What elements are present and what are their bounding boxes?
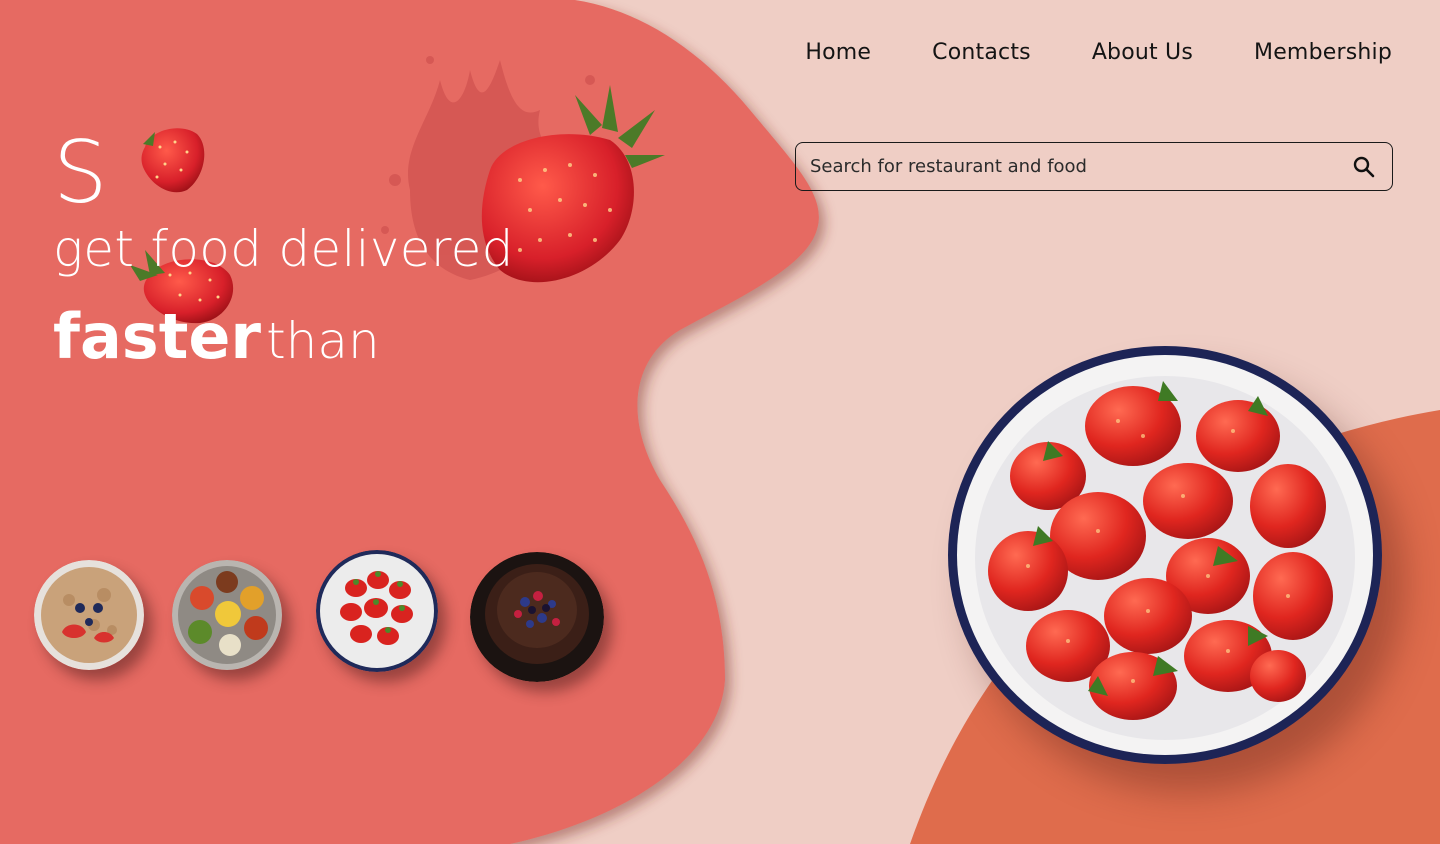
nav-link-membership[interactable]: Membership (1254, 40, 1392, 65)
hero-line-2: faster than (53, 300, 380, 373)
strawberry-colander-image (948, 346, 1382, 764)
chocolate-cake-thumbnail[interactable] (470, 552, 604, 682)
search-input[interactable] (810, 156, 1350, 177)
search-icon[interactable] (1350, 153, 1378, 181)
nav-link-about-us[interactable]: About Us (1092, 40, 1193, 65)
hero-light-word: than (266, 312, 380, 370)
search-bar (795, 142, 1393, 191)
main-navigation: Home Contacts About Us Membership (805, 40, 1392, 65)
hero-bold-word: faster (53, 300, 261, 373)
hero-letter: S (53, 123, 108, 223)
strawberry-bowl-thumbnail[interactable] (316, 550, 438, 672)
strawberry-small-icon (141, 128, 205, 193)
thali-plate-thumbnail[interactable] (172, 560, 282, 670)
oatmeal-bowl-thumbnail[interactable] (34, 560, 144, 670)
hero-line-1: get food delivered (53, 220, 514, 278)
nav-link-contacts[interactable]: Contacts (932, 40, 1031, 65)
nav-link-home[interactable]: Home (805, 40, 871, 65)
hero-heading: S get food delivered faster than (53, 123, 513, 373)
